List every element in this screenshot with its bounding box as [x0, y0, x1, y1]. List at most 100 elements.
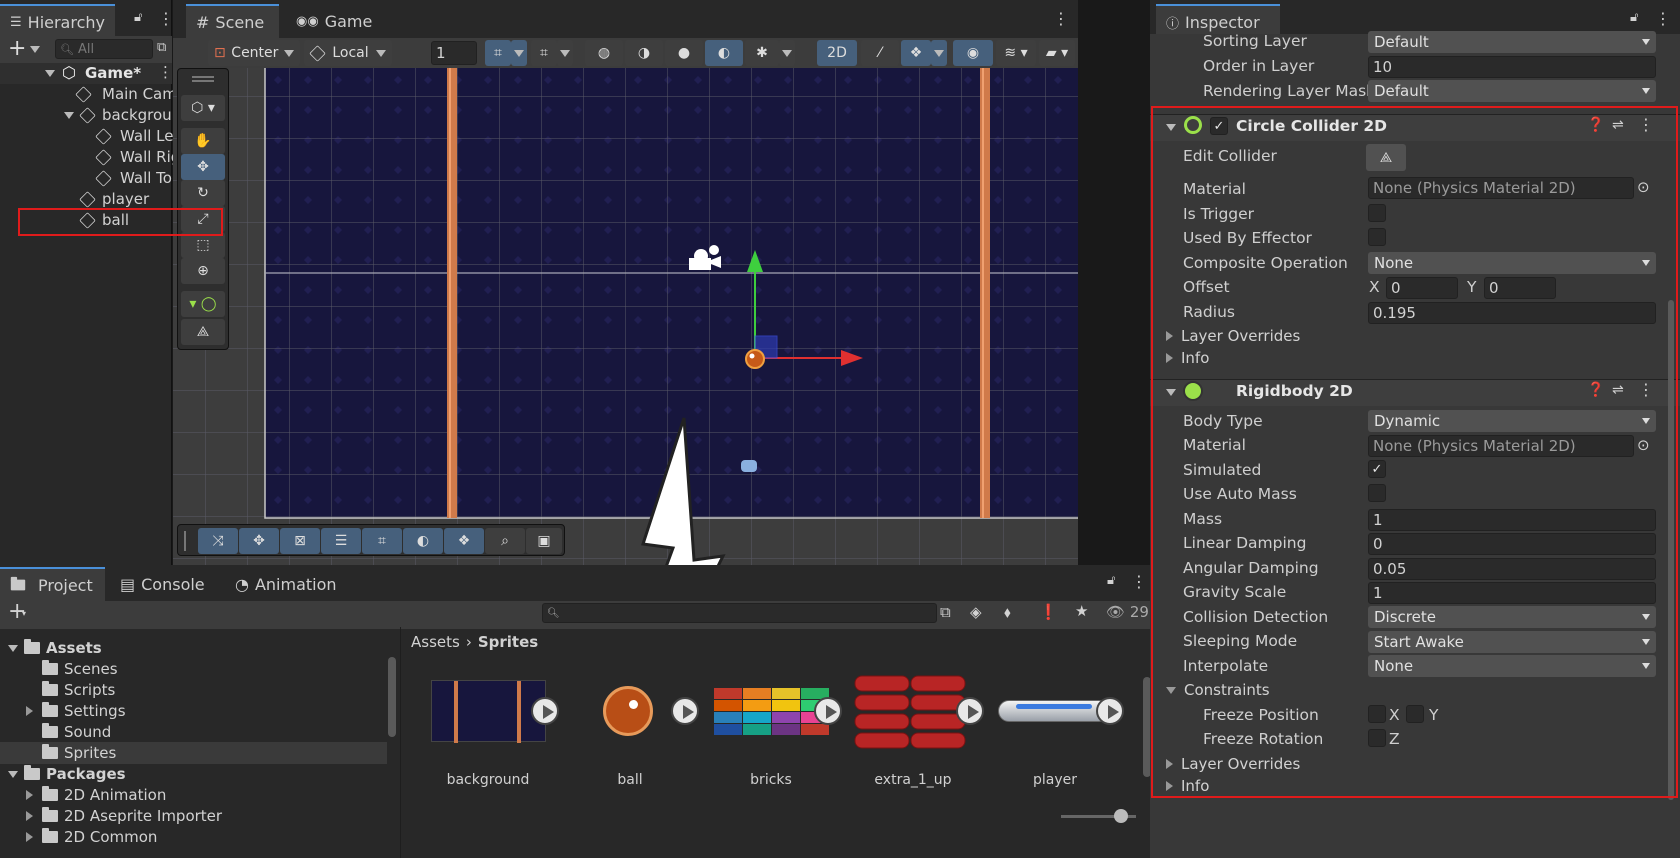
hierarchy-search-input[interactable]: 🔍︎ All: [55, 39, 153, 59]
hand-tool-button[interactable]: ✋: [181, 128, 225, 154]
pivot-dropdown[interactable]: ⊡ Center: [208, 40, 300, 66]
kebab-menu-icon[interactable]: ⋮: [1053, 9, 1069, 28]
search-window-icon[interactable]: ⧉: [940, 603, 951, 621]
folder-item-2d-aseprite[interactable]: 2D Aseprite Importer: [26, 807, 222, 825]
kebab-menu-icon[interactable]: ⋮: [158, 9, 174, 28]
overlay-button-2[interactable]: ✥: [239, 528, 279, 554]
increment-snap-button[interactable]: ⌗: [531, 40, 557, 66]
collider-tool-dropdown[interactable]: ▾ ◯: [181, 291, 225, 317]
order-in-layer-input[interactable]: 10: [1368, 56, 1656, 78]
overlay-button-6[interactable]: ◐: [403, 528, 443, 554]
expand-icon[interactable]: [26, 706, 33, 716]
breadcrumb-current[interactable]: Sprites: [478, 633, 538, 651]
wireframe-button[interactable]: ◍: [585, 40, 623, 66]
shaded-wireframe-button[interactable]: ◑: [625, 40, 663, 66]
debug-draw-button[interactable]: ✱: [745, 40, 779, 66]
breadcrumb-root[interactable]: Assets: [411, 633, 460, 651]
camera-dropdown[interactable]: ▰ ▾: [1039, 40, 1075, 66]
play-icon[interactable]: [671, 697, 699, 725]
tab-console-label: Console: [141, 574, 205, 594]
folder-item-2d-animation[interactable]: 2D Animation: [26, 786, 166, 804]
edit-collider-tool-button[interactable]: ⟁: [181, 319, 225, 345]
folder-item-settings[interactable]: Settings: [26, 702, 126, 720]
play-icon[interactable]: [814, 697, 842, 725]
increment-snap-dropdown[interactable]: [557, 40, 573, 66]
snap-value-input[interactable]: 1: [431, 41, 477, 65]
components-highlight-box: [1151, 106, 1678, 798]
lock-icon[interactable]: 🔓︎: [134, 10, 142, 25]
lighting-toggle[interactable]: ⁄: [861, 40, 899, 66]
filter-type-icon[interactable]: ◈: [970, 603, 982, 621]
chevron-down-icon[interactable]: [30, 46, 40, 53]
effects-dropdown[interactable]: [931, 40, 947, 66]
add-icon[interactable]: +: [8, 36, 26, 61]
move-tool-button[interactable]: ✥: [181, 154, 225, 180]
folder-item-2d-common[interactable]: 2D Common: [26, 828, 157, 846]
transform-tool-button[interactable]: ⊕: [181, 258, 225, 284]
overlay-button-5[interactable]: ⌗: [362, 528, 402, 554]
folder-icon: [42, 807, 58, 822]
folder-label: Packages: [46, 765, 126, 783]
scene-viewport[interactable]: ⬡ ▾ ✋ ✥ ↻ ⤢ ⬚ ⊕ ▾ ◯ ⟁ ⤨ ✥ ⊠ ☰ ⌗ ◐ ❖ ⌕ ▣: [173, 68, 1078, 565]
unlit-button[interactable]: ●: [665, 40, 703, 66]
filter-label-icon[interactable]: ⬧: [1004, 603, 1011, 621]
tab-console[interactable]: ▤ Console: [110, 567, 215, 601]
overlay-button-7[interactable]: ❖: [444, 528, 484, 554]
star-icon[interactable]: ★: [1075, 602, 1088, 620]
kebab-menu-icon[interactable]: ⋮: [158, 63, 173, 81]
folder-item-assets[interactable]: Assets: [8, 639, 102, 657]
folder-item-scenes[interactable]: Scenes: [42, 660, 118, 678]
overlay-button-3[interactable]: ⊠: [280, 528, 320, 554]
expand-icon[interactable]: [26, 790, 33, 800]
expand-icon[interactable]: [26, 832, 33, 842]
shaded-button[interactable]: ◐: [705, 40, 743, 66]
warning-icon[interactable]: ❗: [1039, 603, 1058, 621]
grid-snap-dropdown[interactable]: [511, 40, 527, 66]
layers-dropdown[interactable]: ≋ ▾: [996, 40, 1036, 66]
tab-hierarchy[interactable]: ☰ Hierarchy: [0, 4, 115, 38]
folder-label: 2D Animation: [64, 786, 167, 804]
tab-project[interactable]: Project: [0, 567, 105, 601]
effects-toggle[interactable]: ❖: [901, 40, 931, 66]
rendering-layer-mask-dropdown[interactable]: Default: [1368, 80, 1656, 102]
folder-item-packages[interactable]: Packages: [8, 765, 126, 783]
sorting-layer-dropdown[interactable]: Default: [1368, 31, 1656, 53]
overlay-button-9[interactable]: ▣: [526, 528, 562, 554]
gameobject-tool-dropdown[interactable]: ⬡ ▾: [181, 95, 225, 121]
folder-icon: [42, 723, 58, 738]
tab-scene[interactable]: # Scene: [186, 4, 279, 38]
overlay-button-4[interactable]: ☰: [321, 528, 361, 554]
project-search-input[interactable]: 🔍︎: [542, 603, 937, 623]
gameobject-icon: [95, 170, 112, 187]
folder-item-sprites[interactable]: Sprites: [0, 742, 387, 764]
tab-animation[interactable]: ◔ Animation: [225, 567, 345, 601]
folder-tree-scrollbar[interactable]: [388, 657, 396, 737]
expand-icon[interactable]: [64, 112, 74, 119]
expand-icon[interactable]: [26, 811, 33, 821]
folder-item-scripts[interactable]: Scripts: [42, 681, 115, 699]
play-icon[interactable]: [531, 697, 559, 725]
search-options-icon[interactable]: ⧉: [157, 40, 166, 55]
kebab-menu-icon[interactable]: ⋮: [1131, 572, 1147, 591]
play-icon[interactable]: [1096, 697, 1124, 725]
overlay-button-8[interactable]: ⌕: [485, 528, 525, 554]
lock-icon[interactable]: 🔓︎: [1107, 573, 1115, 588]
kebab-menu-icon[interactable]: ⋮: [1655, 9, 1671, 28]
space-dropdown[interactable]: Local: [304, 40, 392, 66]
lock-icon[interactable]: 🔓︎: [1630, 10, 1638, 25]
hierarchy-item-game[interactable]: ⬡ Game* ⋮: [0, 63, 173, 84]
mode-2d-toggle[interactable]: 2D: [817, 40, 857, 66]
hidden-packages-toggle[interactable]: 👁︎ 29: [1106, 603, 1149, 621]
expand-icon[interactable]: [45, 70, 55, 77]
debug-draw-dropdown[interactable]: [779, 40, 795, 66]
tab-game[interactable]: ◉◉ Game: [286, 4, 376, 38]
rotate-tool-button[interactable]: ↻: [181, 180, 225, 206]
overlay-button-1[interactable]: ⤨: [198, 528, 238, 554]
grid-snap-button[interactable]: ⌗: [485, 40, 511, 66]
visibility-toggle[interactable]: ◉: [953, 40, 993, 66]
project-asset-area: Assets › Sprites: [400, 627, 1151, 858]
zoom-slider-handle[interactable]: [1114, 809, 1128, 823]
chevron-down-icon[interactable]: ▾: [22, 609, 26, 618]
folder-item-sound[interactable]: Sound: [42, 723, 111, 741]
play-icon[interactable]: [956, 697, 984, 725]
